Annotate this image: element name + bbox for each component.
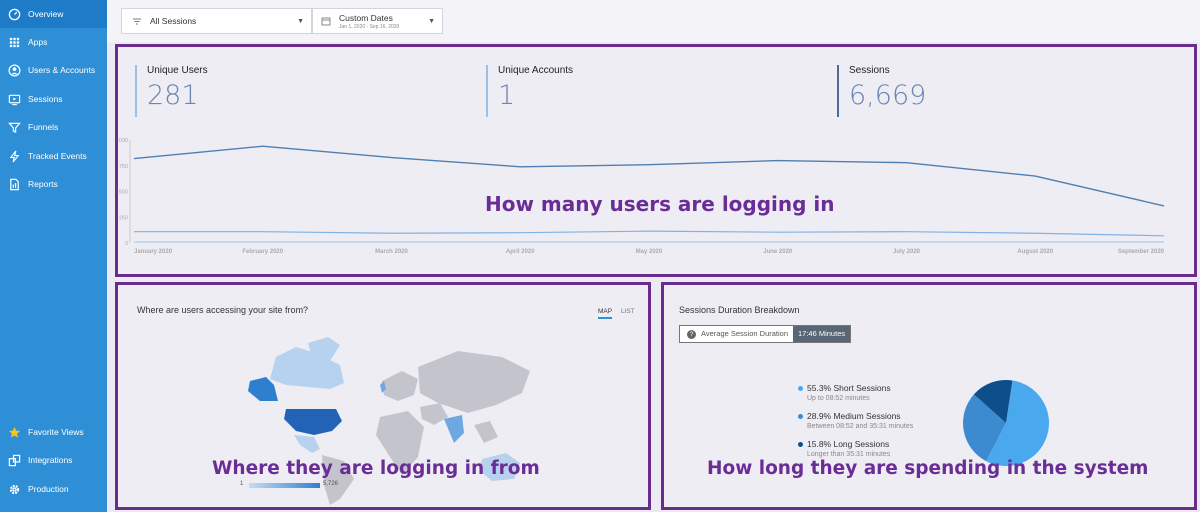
metric-value: 1 bbox=[498, 80, 516, 111]
sidebar-item-label: Tracked Events bbox=[28, 151, 87, 161]
sidebar-item-apps[interactable]: Apps bbox=[0, 28, 107, 56]
metric-unique-accounts: Unique Accounts 1 bbox=[486, 65, 573, 117]
metric-label: Sessions bbox=[849, 65, 890, 76]
x-tick-label: April 2020 bbox=[506, 249, 535, 255]
legend-medium-sessions: 28.9% Medium Sessions Between 08:52 and … bbox=[798, 411, 914, 430]
legend-label: 55.3% Short Sessions bbox=[807, 383, 891, 393]
sidebar-item-label: Users & Accounts bbox=[28, 65, 96, 75]
annotation-time-spent: How long they are spending in the system bbox=[707, 458, 1149, 479]
legend-sub: Longer than 35:31 minutes bbox=[807, 451, 891, 458]
legend-label: 28.9% Medium Sessions bbox=[807, 411, 901, 421]
y-tick-label: 0 bbox=[125, 241, 128, 247]
legend-sub: Up to 08:52 minutes bbox=[807, 395, 870, 402]
legend-dot bbox=[798, 414, 803, 419]
filter-icon bbox=[132, 16, 142, 26]
metric-label: Unique Accounts bbox=[498, 65, 574, 76]
legend-dot bbox=[798, 442, 803, 447]
sidebar-item-label: Production bbox=[28, 484, 69, 494]
legend-dot bbox=[798, 386, 803, 391]
legend-long-sessions: 15.8% Long Sessions Longer than 35:31 mi… bbox=[798, 439, 891, 458]
sidebar-item-reports[interactable]: Reports bbox=[0, 170, 107, 198]
sidebar-item-label: Reports bbox=[28, 179, 58, 189]
x-tick-label: March 2020 bbox=[375, 249, 408, 255]
chevron-down-icon: ▼ bbox=[297, 18, 304, 25]
metric-value: 281 bbox=[147, 80, 199, 111]
x-tick-label: August 2020 bbox=[1017, 249, 1053, 255]
sidebar-item-production[interactable]: Production bbox=[0, 475, 107, 503]
annotation-users-logging-in: How many users are logging in bbox=[485, 192, 835, 216]
metric-value: 6,669 bbox=[849, 80, 927, 111]
chevron-down-icon: ▼ bbox=[428, 18, 435, 25]
gear-icon bbox=[7, 482, 21, 496]
integrations-icon bbox=[7, 453, 21, 467]
sidebar-item-label: Sessions bbox=[28, 94, 63, 104]
x-tick-label: June 2020 bbox=[763, 249, 793, 255]
duration-panel-title: Sessions Duration Breakdown bbox=[679, 305, 800, 315]
legend-sub: Between 08:52 and 35:31 minutes bbox=[807, 423, 914, 430]
map-scale-max: 5,726 bbox=[323, 481, 339, 487]
date-dropdown-label: Custom Dates bbox=[339, 12, 393, 23]
sidebar-item-label: Integrations bbox=[28, 455, 73, 465]
x-tick-label: July 2020 bbox=[893, 249, 921, 255]
x-tick-label: January 2020 bbox=[134, 249, 173, 255]
x-tick-label: September 2020 bbox=[1118, 249, 1165, 255]
sidebar-item-label: Funnels bbox=[28, 122, 59, 132]
info-icon: ? bbox=[687, 330, 696, 339]
gauge-icon bbox=[7, 7, 21, 21]
avg-duration-label: Average Session Duration bbox=[701, 329, 788, 338]
sidebar-item-sessions[interactable]: Sessions bbox=[0, 85, 107, 113]
sidebar-item-overview[interactable]: Overview bbox=[0, 0, 107, 28]
sidebar-item-label: Apps bbox=[28, 37, 48, 47]
legend-short-sessions: 55.3% Short Sessions Up to 08:52 minutes bbox=[798, 383, 891, 402]
monitor-play-icon bbox=[7, 92, 21, 106]
map-panel: Where are users accessing your site from… bbox=[115, 282, 651, 510]
usage-panel: Unique Users 281 Unique Accounts 1 Sessi… bbox=[115, 44, 1197, 277]
y-tick-label: 1000 bbox=[118, 138, 128, 144]
date-range-dropdown[interactable]: Custom Dates Jan 1, 2020 - Sep 16, 2020 … bbox=[312, 8, 443, 34]
y-tick-label: 500 bbox=[119, 190, 128, 196]
x-tick-label: February 2020 bbox=[242, 249, 283, 255]
calendar-icon bbox=[321, 16, 331, 26]
sessions-dropdown-value: All Sessions bbox=[150, 16, 197, 26]
avg-duration-value: 17:46 Minutes bbox=[793, 326, 851, 342]
user-circle-icon bbox=[7, 63, 21, 77]
sidebar-item-funnels[interactable]: Funnels bbox=[0, 113, 107, 141]
series-line-2[interactable] bbox=[134, 230, 1165, 237]
y-tick-label: 250 bbox=[119, 215, 128, 221]
metric-sessions: Sessions 6,669 bbox=[837, 65, 926, 117]
map-scale-min: 1 bbox=[240, 481, 244, 487]
funnel-icon bbox=[7, 120, 21, 134]
star-icon bbox=[7, 425, 21, 439]
metric-label: Unique Users bbox=[147, 65, 208, 76]
avg-duration-badge: ? Average Session Duration 17:46 Minutes bbox=[679, 325, 852, 343]
map-scale-bar bbox=[249, 483, 320, 488]
filter-bar: All Sessions ▼ Custom Dates Jan 1, 2020 … bbox=[107, 0, 1200, 42]
sidebar-item-users-accounts[interactable]: Users & Accounts bbox=[0, 56, 107, 84]
date-dropdown-range: Jan 1, 2020 - Sep 16, 2020 bbox=[339, 23, 400, 30]
sidebar-item-label: Overview bbox=[28, 9, 64, 19]
sessions-dropdown[interactable]: All Sessions ▼ bbox=[121, 8, 312, 34]
metric-unique-users: Unique Users 281 bbox=[135, 65, 208, 117]
sidebar: Overview Apps Users & Accounts Sessions … bbox=[0, 0, 107, 512]
legend-label: 15.8% Long Sessions bbox=[807, 439, 890, 449]
x-tick-label: May 2020 bbox=[636, 249, 663, 255]
y-tick-label: 750 bbox=[119, 164, 128, 170]
document-icon bbox=[7, 177, 21, 191]
sidebar-item-integrations[interactable]: Integrations bbox=[0, 446, 107, 474]
sidebar-item-favorite-views[interactable]: Favorite Views bbox=[0, 418, 107, 446]
sidebar-item-tracked-events[interactable]: Tracked Events bbox=[0, 142, 107, 170]
session-duration-panel: Sessions Duration Breakdown ? Average Se… bbox=[661, 282, 1197, 510]
grid-icon bbox=[7, 35, 21, 49]
bolt-icon bbox=[7, 149, 21, 163]
sidebar-item-label: Favorite Views bbox=[28, 427, 84, 437]
annotation-logging-location: Where they are logging in from bbox=[212, 458, 540, 479]
